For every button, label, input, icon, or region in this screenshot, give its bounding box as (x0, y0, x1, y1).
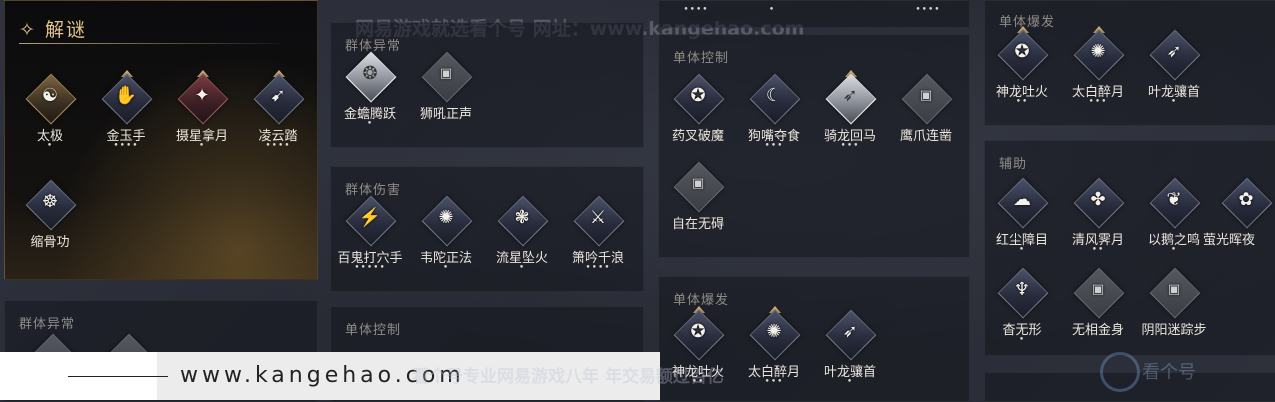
skill-yingguang-huiye[interactable]: ✿ 萤光晖夜 (1203, 175, 1275, 263)
skill-level-dots: • (1170, 97, 1178, 107)
wind-icon: ✤ (1090, 189, 1106, 210)
skill-level-dots: •••• (915, 5, 941, 15)
skill-yelong-xiangshou[interactable]: ➶ 叶龙骧首 • (815, 307, 889, 395)
banner-line (68, 376, 168, 377)
lock-icon: ▣ (691, 176, 705, 191)
skill-yingzhua-lianzao[interactable]: ▣ 鹰爪连凿 (891, 71, 965, 159)
skill-taiji[interactable]: ☯ 太极 • (15, 71, 89, 159)
crescent-icon: ☾ (765, 85, 783, 106)
panel-title: 辅助 (999, 157, 1028, 172)
skill-name: 自在无碍 (671, 217, 724, 232)
skill-baigui-daxueshou[interactable]: ⚡ 百鬼打穴手 ••••• (335, 193, 409, 281)
dragon-head-icon: ➶ (1166, 41, 1182, 62)
lightning-icon: ⚡ (358, 207, 382, 228)
horse-icon: ❃ (514, 207, 530, 228)
cloud-icon: ☁ (1013, 189, 1031, 210)
skill-suogugong[interactable]: ☸ 缩骨功 (15, 177, 89, 265)
skill-name: 缩骨功 (30, 235, 70, 250)
skill-yaowuxing[interactable]: ♆ 杳无形 • (987, 265, 1061, 353)
toad-icon: ❂ (362, 63, 378, 84)
skill-yaocha-pomo[interactable]: ✪ 药叉破魔 (663, 71, 737, 159)
meditation-icon: ☸ (41, 191, 59, 212)
skill-gouzui-duoshi[interactable]: ☾ 狗嘴夺食 ••• (739, 71, 813, 159)
firefly-icon: ✿ (1238, 189, 1254, 210)
panel-title: ✧ 解谜 (19, 19, 87, 41)
skill-level-dots: • (768, 5, 776, 15)
corner-logo-text: 看个号 (1142, 362, 1196, 383)
spear-icon: ➶ (842, 85, 858, 106)
puzzle-panel: ✧ 解谜 ☯ 太极 • ✋ 金玉手 •••• ✦ 摄星拿月 • ➹ 凌云踏 ••… (4, 0, 318, 280)
skill-screen: 网易游戏就选看个号 网址：www.kangehao.com ✧ 解谜 ☯ 太极 … (0, 0, 1275, 402)
title-underline (19, 43, 281, 44)
lock-icon: ▣ (439, 66, 453, 81)
skill-jinyushou[interactable]: ✋ 金玉手 •••• (91, 70, 165, 159)
skill-name: 鹰爪连凿 (899, 129, 952, 144)
skill-weituo-zhengfa[interactable]: ✺ 韦陀正法 • (411, 193, 485, 281)
skill-hongchen-zhangmu[interactable]: ☁ 红尘障目 • (987, 175, 1061, 263)
skill-name: 阴阳迷踪步 (1141, 323, 1207, 338)
watermark-bottom: 看个号专业网易游戏八年 年交易额过百亿 (412, 367, 724, 387)
skill-qingfeng-jiyue[interactable]: ✤ 清风霁月 •• (1063, 175, 1137, 263)
lock-icon: ▣ (1091, 282, 1105, 297)
panel-title: 单体控制 (345, 323, 402, 338)
skill-lingyunta[interactable]: ➹ 凌云踏 •••• (243, 70, 317, 159)
goose-icon: ❦ (1166, 189, 1182, 210)
skill-shihou-zhengsheng[interactable]: ▣ 狮吼正声 (411, 49, 485, 137)
skill-jinchan-tengyue[interactable]: ❂ 金蟾腾跃 • (335, 49, 409, 137)
dragon-head-icon: ➶ (842, 321, 858, 342)
skill-yinyang-mizongbu[interactable]: ▣ 阴阳迷踪步 (1139, 265, 1213, 353)
palm-strike-icon: ✺ (438, 207, 454, 228)
skill-yie-zhiming[interactable]: ❦ 以鹅之鸣 • (1139, 175, 1213, 263)
skill-xiaoyin-qianlang[interactable]: ⚔ 箫吟千浪 •••• (563, 193, 637, 281)
star-icon: ✦ (194, 85, 210, 106)
skill-zizai-wuai[interactable]: ▣ 自在无碍 (663, 159, 737, 247)
skill-level-dots: • (846, 377, 854, 387)
flute-icon: ⚔ (589, 207, 607, 228)
dragon-icon: ✪ (1014, 41, 1030, 62)
skill-name: 萤光晖夜 (1203, 233, 1256, 248)
skill-level-dots: •••• (265, 141, 291, 151)
panel-title: 群体异常 (19, 317, 76, 332)
shadow-figure-icon: ♆ (1013, 279, 1031, 300)
yaksha-icon: ✪ (690, 85, 706, 106)
drunk-icon: ✺ (766, 321, 782, 342)
single-burst-panel: 单体爆发 ✪ 神龙吐火 •• ✺ 太白醉月 ••• ➶ 叶龙骧首 • (984, 0, 1275, 126)
dragon-icon: ✪ (690, 321, 706, 342)
skill-wuxiang-jinshen[interactable]: ▣ 无相金身 (1063, 265, 1137, 353)
group-damage-panel: 群体伤害 ⚡ 百鬼打穴手 ••••• ✺ 韦陀正法 • ❃ 流星坠火 • ⚔ 箫… (330, 166, 644, 292)
skill-taibai-zuiyue-2[interactable]: ✺ 太白醉月 ••• (1063, 26, 1137, 115)
skill-yelong-xiangshou-2[interactable]: ➶ 叶龙骧首 • (1139, 27, 1213, 115)
corner-logo-icon (1100, 352, 1140, 392)
palm-icon: ✋ (114, 85, 138, 106)
group-debuff-panel: 群体异常 ❂ 金蟾腾跃 • ▣ 狮吼正声 (330, 22, 644, 148)
single-control-panel: 单体控制 ✪ 药叉破魔 ☾ 狗嘴夺食 ••• ➶ 骑龙回马 ••• ▣ 鹰爪连凿 (658, 34, 970, 258)
kick-icon: ➹ (270, 85, 286, 106)
skill-liuxing-zhuihuo[interactable]: ❃ 流星坠火 • (487, 193, 561, 281)
skill-level-dots: •••• (585, 263, 611, 273)
panel-title: 单体控制 (673, 51, 730, 66)
skill-shexingnayue[interactable]: ✦ 摄星拿月 • (167, 70, 241, 159)
skill-qilong-huima[interactable]: ➶ 骑龙回马 ••• (815, 70, 889, 159)
skill-shenlong-tuhuo-2[interactable]: ✪ 神龙吐火 •• (987, 26, 1061, 115)
support-panel: 辅助 ☁ 红尘障目 • ✤ 清风霁月 •• ❦ 以鹅之鸣 • ✿ 萤光晖夜 ♆ (984, 140, 1275, 356)
top-partial-panel: •••• • •••• (658, 0, 970, 28)
skill-taibai-zuiyue[interactable]: ✺ 太白醉月 ••• (739, 306, 813, 395)
lock-icon: ▣ (919, 88, 933, 103)
skill-name: 狮吼正声 (419, 107, 472, 122)
drunk-icon: ✺ (1090, 41, 1106, 62)
taiji-icon: ☯ (41, 85, 59, 106)
lock-icon: ▣ (1167, 282, 1181, 297)
